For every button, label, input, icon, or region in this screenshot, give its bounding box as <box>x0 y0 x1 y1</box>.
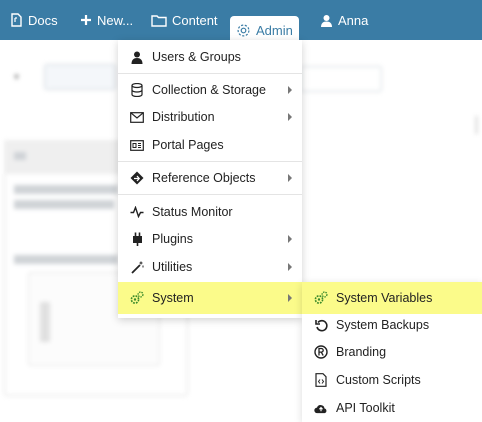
background-text <box>14 185 118 194</box>
menu-item-collection-storage[interactable]: Collection & Storage <box>118 77 302 103</box>
menu-divider <box>118 73 302 74</box>
background-text <box>14 152 26 160</box>
menu-item-label: Plugins <box>152 232 193 246</box>
menu-item-label: Reference Objects <box>152 171 256 185</box>
menu-item-utilities[interactable]: Utilities <box>118 254 302 280</box>
nav-user[interactable]: Anna <box>320 0 368 40</box>
menu-item-label: System <box>152 291 194 305</box>
submenu-item-label: Branding <box>336 345 387 359</box>
menu-divider <box>118 194 302 195</box>
submenu-item-system-backups[interactable]: System Backups <box>302 312 482 338</box>
submenu-arrow-icon <box>288 263 292 271</box>
nav-new[interactable]: New... <box>80 0 133 40</box>
background-bar <box>40 302 50 342</box>
cogs-icon <box>130 291 144 305</box>
menu-item-plugins[interactable]: Plugins <box>118 226 302 252</box>
cogs-icon <box>314 291 328 305</box>
system-submenu: System Variables System Backups Branding… <box>302 282 482 422</box>
submenu-item-api-toolkit[interactable]: API Toolkit <box>302 395 482 421</box>
user-icon <box>320 14 333 27</box>
nav-content[interactable]: Content <box>151 0 218 40</box>
users-icon <box>130 50 144 64</box>
nav-admin-label: Admin <box>256 22 293 38</box>
folder-icon <box>151 14 167 27</box>
envelope-icon <box>130 110 144 124</box>
submenu-item-custom-scripts[interactable]: Custom Scripts <box>302 367 482 393</box>
wand-icon <box>130 260 144 274</box>
cloud-icon <box>314 401 328 415</box>
menu-item-label: Distribution <box>152 110 215 124</box>
nav-docs-label: Docs <box>28 12 58 28</box>
menu-item-label: Collection & Storage <box>152 83 266 97</box>
nav-content-label: Content <box>172 12 218 28</box>
submenu-item-system-variables[interactable]: System Variables <box>302 282 482 314</box>
submenu-item-label: System Backups <box>336 318 430 332</box>
registered-icon <box>314 345 328 359</box>
database-icon <box>130 83 144 97</box>
submenu-arrow-icon <box>288 86 292 94</box>
menu-item-status-monitor[interactable]: Status Monitor <box>118 199 302 225</box>
portal-icon <box>130 138 144 152</box>
gear-icon <box>236 23 251 38</box>
pulse-icon <box>130 205 144 219</box>
top-navigation-bar: Docs New... Content Admin Anna <box>0 0 482 44</box>
menu-item-system[interactable]: System <box>118 282 302 314</box>
backup-icon <box>314 318 328 332</box>
background-text <box>14 255 118 264</box>
background-search-box <box>44 64 116 90</box>
menu-item-reference-objects[interactable]: Reference Objects <box>118 165 302 191</box>
menu-item-portal-pages[interactable]: Portal Pages <box>118 132 302 158</box>
submenu-arrow-icon <box>288 294 292 302</box>
script-icon <box>314 373 328 387</box>
docs-icon <box>10 13 23 27</box>
plug-icon <box>130 232 144 246</box>
menu-divider <box>118 161 302 162</box>
submenu-arrow-icon <box>288 174 292 182</box>
submenu-arrow-icon <box>288 113 292 121</box>
plus-icon <box>80 14 92 26</box>
background-edge <box>476 116 482 134</box>
nav-docs[interactable]: Docs <box>10 0 58 40</box>
submenu-item-label: API Toolkit <box>336 401 395 415</box>
nav-new-label: New... <box>97 12 134 28</box>
menu-item-label: Users & Groups <box>152 50 241 64</box>
submenu-item-branding[interactable]: Branding <box>302 339 482 365</box>
diamond-arrow-icon <box>130 171 144 185</box>
chevron-down-icon: ▾ <box>14 72 20 83</box>
menu-item-users-groups[interactable]: Users & Groups <box>118 44 302 70</box>
background-input <box>300 66 382 92</box>
background-text <box>14 200 114 209</box>
menu-item-label: Portal Pages <box>152 138 224 152</box>
submenu-item-label: Custom Scripts <box>336 373 421 387</box>
menu-item-label: Status Monitor <box>152 205 233 219</box>
admin-menu: Users & Groups Collection & Storage Dist… <box>118 40 302 318</box>
submenu-arrow-icon <box>288 235 292 243</box>
menu-item-label: Utilities <box>152 260 193 274</box>
nav-user-label: Anna <box>338 12 369 28</box>
submenu-item-label: System Variables <box>336 291 433 305</box>
menu-item-distribution[interactable]: Distribution <box>118 104 302 130</box>
